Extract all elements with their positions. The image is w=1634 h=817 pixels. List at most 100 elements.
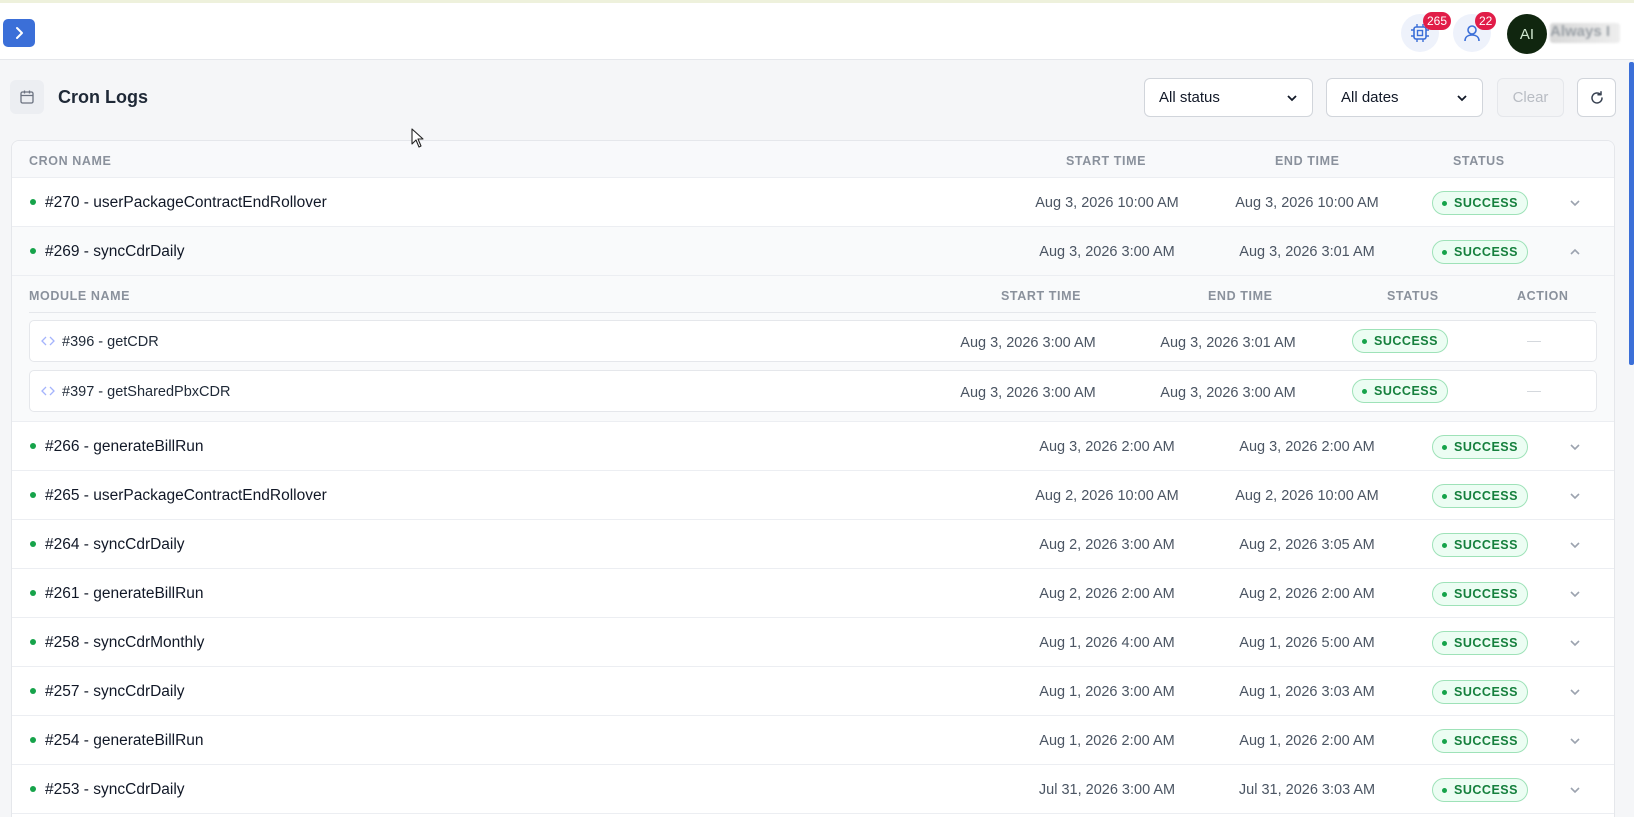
status-dot bbox=[30, 541, 36, 547]
status-dot bbox=[30, 590, 36, 596]
status-filter-value: All status bbox=[1159, 89, 1220, 106]
cron-name: #266 - generateBillRun bbox=[45, 438, 204, 455]
table-row[interactable]: #253 - syncCdrDaily Jul 31, 2026 3:00 AM… bbox=[12, 765, 1614, 814]
sidebar-toggle-button[interactable] bbox=[3, 19, 35, 47]
module-name: #397 - getSharedPbxCDR bbox=[62, 384, 231, 400]
cron-name: #265 - userPackageContractEndRollover bbox=[45, 487, 327, 504]
code-icon bbox=[41, 386, 55, 396]
module-start-time: Aug 3, 2026 3:00 AM bbox=[960, 385, 1096, 401]
subcolumn-header-action: ACTION bbox=[1517, 289, 1569, 303]
start-time: Aug 1, 2026 3:00 AM bbox=[1039, 684, 1175, 700]
module-name: #396 - getCDR bbox=[62, 334, 159, 350]
page-scrollbar[interactable] bbox=[1629, 62, 1634, 365]
status-dot bbox=[30, 443, 36, 449]
cron-name: #258 - syncCdrMonthly bbox=[45, 634, 205, 651]
end-time: Jul 31, 2026 3:03 AM bbox=[1238, 782, 1376, 798]
code-icon bbox=[41, 336, 55, 346]
module-row[interactable]: #397 - getSharedPbxCDR Aug 3, 2026 3:00 … bbox=[29, 370, 1597, 412]
end-time: Aug 1, 2026 5:00 AM bbox=[1239, 635, 1375, 651]
chevron-down-icon[interactable] bbox=[1567, 782, 1583, 798]
date-filter-select[interactable]: All dates bbox=[1326, 78, 1483, 117]
start-time: Aug 2, 2026 3:00 AM bbox=[1039, 537, 1175, 553]
users-count-badge: 22 bbox=[1475, 12, 1497, 30]
page-header: Cron Logs bbox=[10, 80, 148, 114]
status-dot bbox=[30, 737, 36, 743]
end-time: Aug 2, 2026 3:05 AM bbox=[1239, 537, 1375, 553]
status-badge: SUCCESS bbox=[1432, 680, 1528, 704]
top-bar: 265 22 AI Always I bbox=[0, 0, 1634, 60]
status-badge: SUCCESS bbox=[1432, 631, 1528, 655]
status-dot bbox=[30, 248, 36, 254]
module-start-time: Aug 3, 2026 3:00 AM bbox=[960, 335, 1096, 351]
module-end-time: Aug 3, 2026 3:01 AM bbox=[1160, 335, 1296, 351]
table-row[interactable]: #270 - userPackageContractEndRollover Au… bbox=[12, 178, 1614, 227]
end-time: Aug 3, 2026 10:00 AM bbox=[1235, 195, 1379, 211]
column-header-start: START TIME bbox=[1066, 154, 1147, 168]
users-button[interactable]: 22 bbox=[1453, 12, 1497, 52]
end-time: Aug 2, 2026 10:00 AM bbox=[1235, 488, 1379, 504]
module-end-time: Aug 3, 2026 3:00 AM bbox=[1160, 385, 1296, 401]
status-badge: SUCCESS bbox=[1432, 484, 1528, 508]
start-time: Aug 3, 2026 2:00 AM bbox=[1039, 439, 1175, 455]
status-badge: SUCCESS bbox=[1432, 778, 1528, 802]
column-header-end: END TIME bbox=[1275, 154, 1340, 168]
clear-button[interactable]: Clear bbox=[1497, 78, 1564, 117]
chevron-down-icon[interactable] bbox=[1567, 635, 1583, 651]
table-row[interactable]: #265 - userPackageContractEndRollover Au… bbox=[12, 471, 1614, 520]
chevron-down-icon[interactable] bbox=[1567, 195, 1583, 211]
tasks-button[interactable]: 265 bbox=[1401, 12, 1452, 52]
cron-logs-table: CRON NAME START TIME END TIME STATUS #27… bbox=[11, 140, 1615, 817]
cron-name: #254 - generateBillRun bbox=[45, 732, 204, 749]
module-subtable: MODULE NAME START TIME END TIME STATUS A… bbox=[12, 276, 1614, 422]
refresh-icon bbox=[1590, 90, 1603, 104]
column-header-name: CRON NAME bbox=[29, 154, 112, 168]
status-dot bbox=[30, 199, 36, 205]
table-row[interactable]: #257 - syncCdrDaily Aug 1, 2026 3:00 AM … bbox=[12, 667, 1614, 716]
username[interactable]: Always I bbox=[1550, 23, 1620, 43]
status-filter-select[interactable]: All status bbox=[1144, 78, 1313, 117]
cron-name: #269 - syncCdrDaily bbox=[45, 243, 185, 260]
avatar[interactable]: AI bbox=[1507, 14, 1547, 54]
chevron-down-icon[interactable] bbox=[1567, 733, 1583, 749]
status-badge: SUCCESS bbox=[1352, 379, 1448, 403]
subcolumn-header-status: STATUS bbox=[1387, 289, 1439, 303]
cron-name: #261 - generateBillRun bbox=[45, 585, 204, 602]
table-row[interactable]: #258 - syncCdrMonthly Aug 1, 2026 4:00 A… bbox=[12, 618, 1614, 667]
chevron-down-icon bbox=[1457, 94, 1467, 101]
status-badge: SUCCESS bbox=[1432, 582, 1528, 606]
table-row[interactable]: #254 - generateBillRun Aug 1, 2026 2:00 … bbox=[12, 716, 1614, 765]
start-time: Aug 3, 2026 3:00 AM bbox=[1039, 244, 1175, 260]
table-row[interactable]: #261 - generateBillRun Aug 2, 2026 2:00 … bbox=[12, 569, 1614, 618]
cron-name: #270 - userPackageContractEndRollover bbox=[45, 194, 327, 211]
chevron-down-icon[interactable] bbox=[1567, 537, 1583, 553]
module-row[interactable]: #396 - getCDR Aug 3, 2026 3:00 AM Aug 3,… bbox=[29, 320, 1597, 362]
tasks-count-badge: 265 bbox=[1423, 12, 1452, 30]
start-time: Aug 1, 2026 2:00 AM bbox=[1039, 733, 1175, 749]
cron-name: #257 - syncCdrDaily bbox=[45, 683, 185, 700]
refresh-button[interactable] bbox=[1577, 78, 1616, 117]
end-time: Aug 3, 2026 2:00 AM bbox=[1239, 439, 1375, 455]
chevron-down-icon[interactable] bbox=[1567, 488, 1583, 504]
start-time: Jul 31, 2026 3:00 AM bbox=[1038, 782, 1176, 798]
end-time: Aug 3, 2026 3:01 AM bbox=[1239, 244, 1375, 260]
chevron-down-icon bbox=[1287, 94, 1297, 101]
status-dot bbox=[30, 688, 36, 694]
date-filter-value: All dates bbox=[1341, 89, 1399, 106]
start-time: Aug 1, 2026 4:00 AM bbox=[1039, 635, 1175, 651]
status-dot bbox=[30, 639, 36, 645]
chevron-down-icon[interactable] bbox=[1567, 586, 1583, 602]
subtable-header: MODULE NAME START TIME END TIME STATUS A… bbox=[29, 276, 1596, 313]
status-badge: SUCCESS bbox=[1352, 329, 1448, 353]
table-row[interactable]: #264 - syncCdrDaily Aug 2, 2026 3:00 AM … bbox=[12, 520, 1614, 569]
status-badge: SUCCESS bbox=[1432, 533, 1528, 557]
cron-name: #253 - syncCdrDaily bbox=[45, 781, 185, 798]
status-badge: SUCCESS bbox=[1432, 729, 1528, 753]
module-action: — bbox=[1527, 332, 1541, 348]
chevron-down-icon[interactable] bbox=[1567, 684, 1583, 700]
chevron-down-icon[interactable] bbox=[1567, 439, 1583, 455]
table-row[interactable]: #269 - syncCdrDaily Aug 3, 2026 3:00 AM … bbox=[12, 227, 1614, 276]
chevron-right-icon bbox=[16, 27, 23, 39]
table-row[interactable]: #266 - generateBillRun Aug 3, 2026 2:00 … bbox=[12, 422, 1614, 471]
chevron-up-icon[interactable] bbox=[1567, 244, 1583, 260]
calendar-icon bbox=[10, 80, 44, 114]
